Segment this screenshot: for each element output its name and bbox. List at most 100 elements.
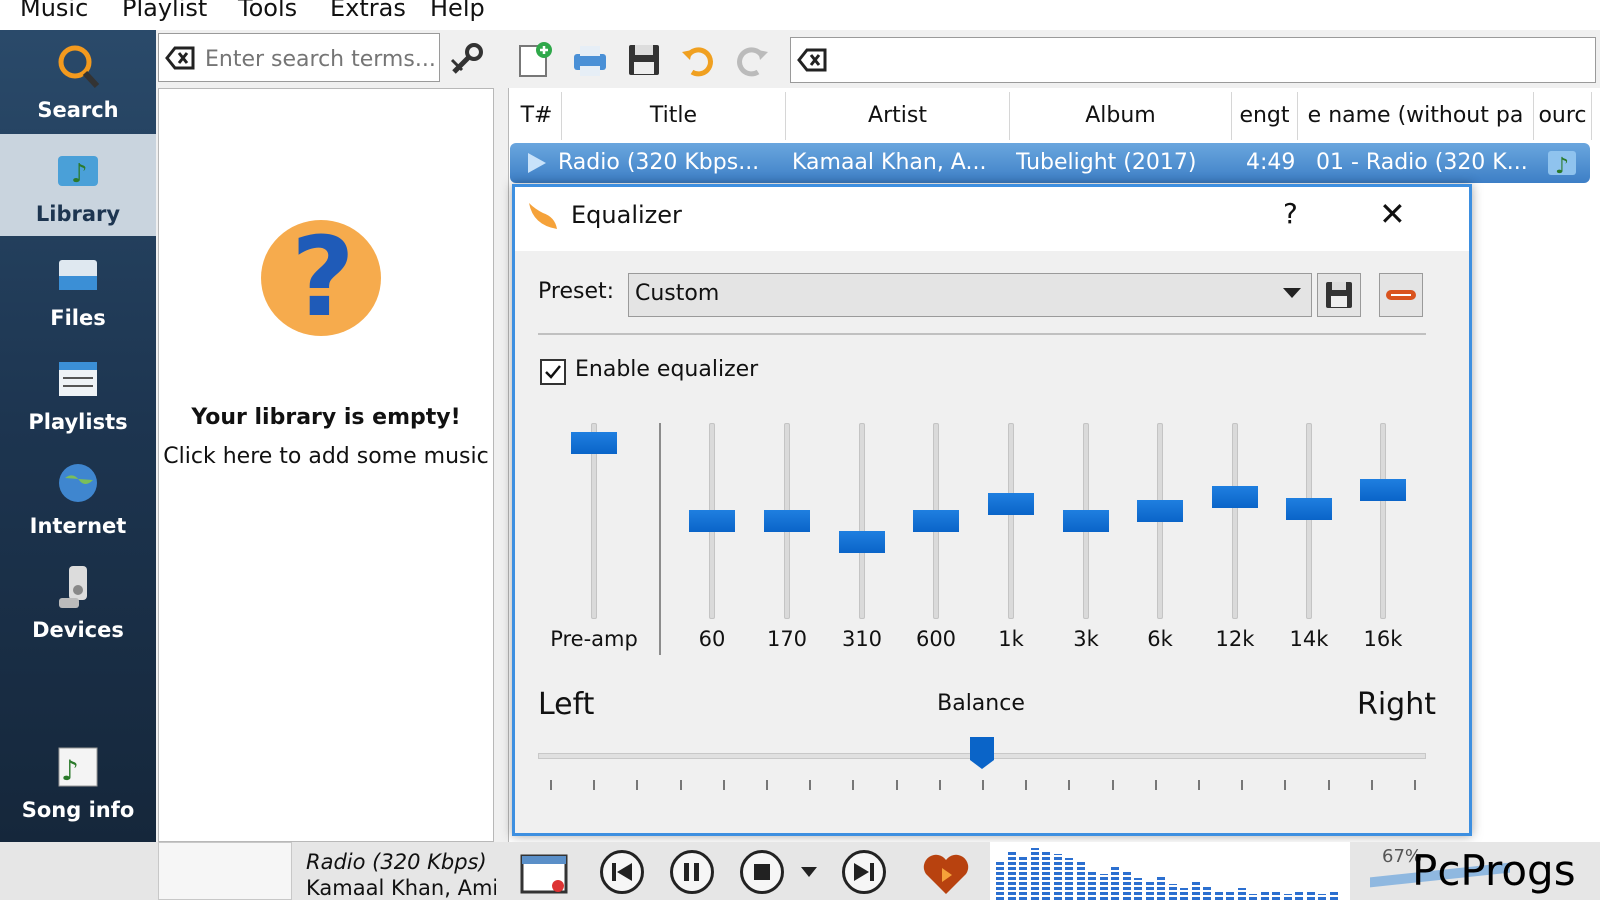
column-source[interactable]: ourc [1534, 92, 1592, 140]
row-album: Tubelight (2017) [1016, 150, 1197, 175]
slider-thumb[interactable] [1286, 497, 1332, 520]
slider-thumb[interactable] [988, 492, 1034, 515]
sidebar-item-label: Devices [32, 618, 124, 642]
sidebar-item-files[interactable]: Files [0, 238, 156, 340]
balance-left-label: Left [538, 687, 595, 722]
url-input[interactable] [831, 46, 1575, 78]
help-button[interactable]: ? [1283, 197, 1298, 230]
slider-thumb[interactable] [839, 530, 885, 553]
svg-text:?: ? [291, 213, 355, 341]
stop-button[interactable] [740, 850, 784, 894]
sidebar-item-song-info[interactable]: ♪ Song info [0, 730, 156, 832]
menu-extras[interactable]: Extras [330, 0, 406, 22]
balance-tick [1414, 780, 1416, 790]
sidebar: Search ♪ Library Files Playlists Interne… [0, 30, 156, 900]
visualizer-bar [1157, 876, 1165, 900]
svg-text:♪: ♪ [61, 754, 79, 787]
cover-art [158, 842, 292, 900]
now-playing-title: Radio (320 Kbps) [306, 850, 487, 874]
new-playlist-icon[interactable] [516, 40, 556, 80]
balance-tick [1370, 780, 1373, 790]
sidebar-item-label: Library [35, 202, 121, 226]
visualizer-bar [1065, 858, 1073, 900]
row-title: Radio (320 Kbps... [558, 150, 760, 175]
enable-equalizer-checkbox[interactable] [540, 359, 566, 385]
chevron-down-icon[interactable] [800, 866, 818, 878]
help-question-icon: ? [261, 213, 381, 341]
visualizer-bar [1111, 866, 1119, 900]
column-title[interactable]: Title [562, 92, 786, 140]
clear-url-icon[interactable] [797, 48, 827, 72]
next-icon [854, 863, 874, 881]
redo-icon[interactable] [732, 40, 772, 80]
next-button[interactable] [842, 850, 886, 894]
preset-select[interactable]: Custom [628, 273, 1312, 317]
slider-thumb[interactable] [1212, 485, 1258, 508]
slider-thumb[interactable] [1360, 478, 1406, 501]
now-playing-artist: Kamaal Khan, Ami [306, 876, 496, 900]
visualizer-bar [1306, 892, 1315, 900]
save-icon[interactable] [624, 40, 664, 80]
watermark-text: PcProgs [1412, 846, 1576, 895]
visualizer [990, 842, 1350, 900]
visualizer-bar [1249, 894, 1257, 900]
save-icon [1326, 282, 1352, 308]
slider-thumb[interactable] [689, 510, 735, 532]
menu-help[interactable]: Help [430, 0, 485, 22]
menu-music[interactable]: Music [20, 0, 88, 22]
column-track-number[interactable]: T# [512, 92, 562, 140]
previous-button[interactable] [600, 850, 644, 894]
previous-icon [612, 863, 632, 881]
library-search-input[interactable] [203, 42, 437, 76]
close-button[interactable]: ✕ [1379, 195, 1406, 233]
delete-preset-button[interactable] [1379, 273, 1423, 317]
visualizer-bar [1134, 878, 1142, 900]
column-album[interactable]: Album [1010, 92, 1232, 140]
clear-search-icon[interactable] [165, 46, 195, 70]
slider-thumb[interactable] [764, 510, 810, 532]
preset-value: Custom [635, 281, 720, 306]
balance-slider-thumb[interactable] [969, 736, 995, 770]
search-tools-icon[interactable] [448, 40, 486, 78]
library-add-music-link[interactable]: Click here to add some music [158, 444, 494, 469]
slider-track [1232, 423, 1238, 619]
menu-playlist[interactable]: Playlist [122, 0, 207, 22]
heart-icon[interactable] [922, 854, 970, 896]
enable-equalizer-label[interactable]: Enable equalizer [575, 357, 758, 382]
sidebar-item-playlists[interactable]: Playlists [0, 342, 156, 444]
slider-thumb[interactable] [1137, 499, 1183, 522]
column-filename[interactable]: e name (without pa [1298, 92, 1534, 140]
sidebar-item-search[interactable]: Search [0, 30, 156, 132]
visualizer-bar [1099, 874, 1108, 900]
column-length[interactable]: engt [1232, 92, 1298, 140]
magnifier-icon [58, 45, 100, 89]
undo-icon[interactable] [678, 40, 718, 80]
slider-track [1008, 423, 1014, 619]
sidebar-item-devices[interactable]: Devices [0, 550, 156, 652]
sidebar-item-library[interactable]: ♪ Library [0, 134, 156, 236]
balance-tick [852, 780, 855, 790]
balance-tick [895, 780, 898, 790]
sidebar-item-internet[interactable]: Internet [0, 446, 156, 548]
slider-track [1306, 423, 1312, 619]
slider-thumb[interactable] [913, 510, 959, 532]
print-icon[interactable] [570, 40, 610, 80]
column-artist[interactable]: Artist [786, 92, 1010, 140]
menu-bar: Music Playlist Tools Extras Help [0, 0, 1600, 30]
table-row[interactable]: Radio (320 Kbps... Kamaal Khan, A... Tub… [510, 143, 1590, 183]
visualizer-bar [1007, 852, 1016, 900]
menu-tools[interactable]: Tools [238, 0, 297, 22]
visualizer-bar [1191, 880, 1200, 900]
slider-thumb[interactable] [571, 431, 617, 454]
visualizer-bar [1295, 890, 1303, 900]
visualizer-bar [1237, 888, 1246, 900]
balance-tick [982, 780, 984, 790]
balance-tick [1327, 780, 1330, 790]
balance-tick [550, 780, 552, 790]
preamp-label: Pre-amp [550, 627, 638, 651]
mini-player-icon[interactable] [520, 852, 568, 896]
slider-track [1380, 423, 1386, 619]
save-preset-button[interactable] [1317, 273, 1361, 317]
pause-button[interactable] [670, 850, 714, 894]
slider-thumb[interactable] [1063, 510, 1109, 532]
